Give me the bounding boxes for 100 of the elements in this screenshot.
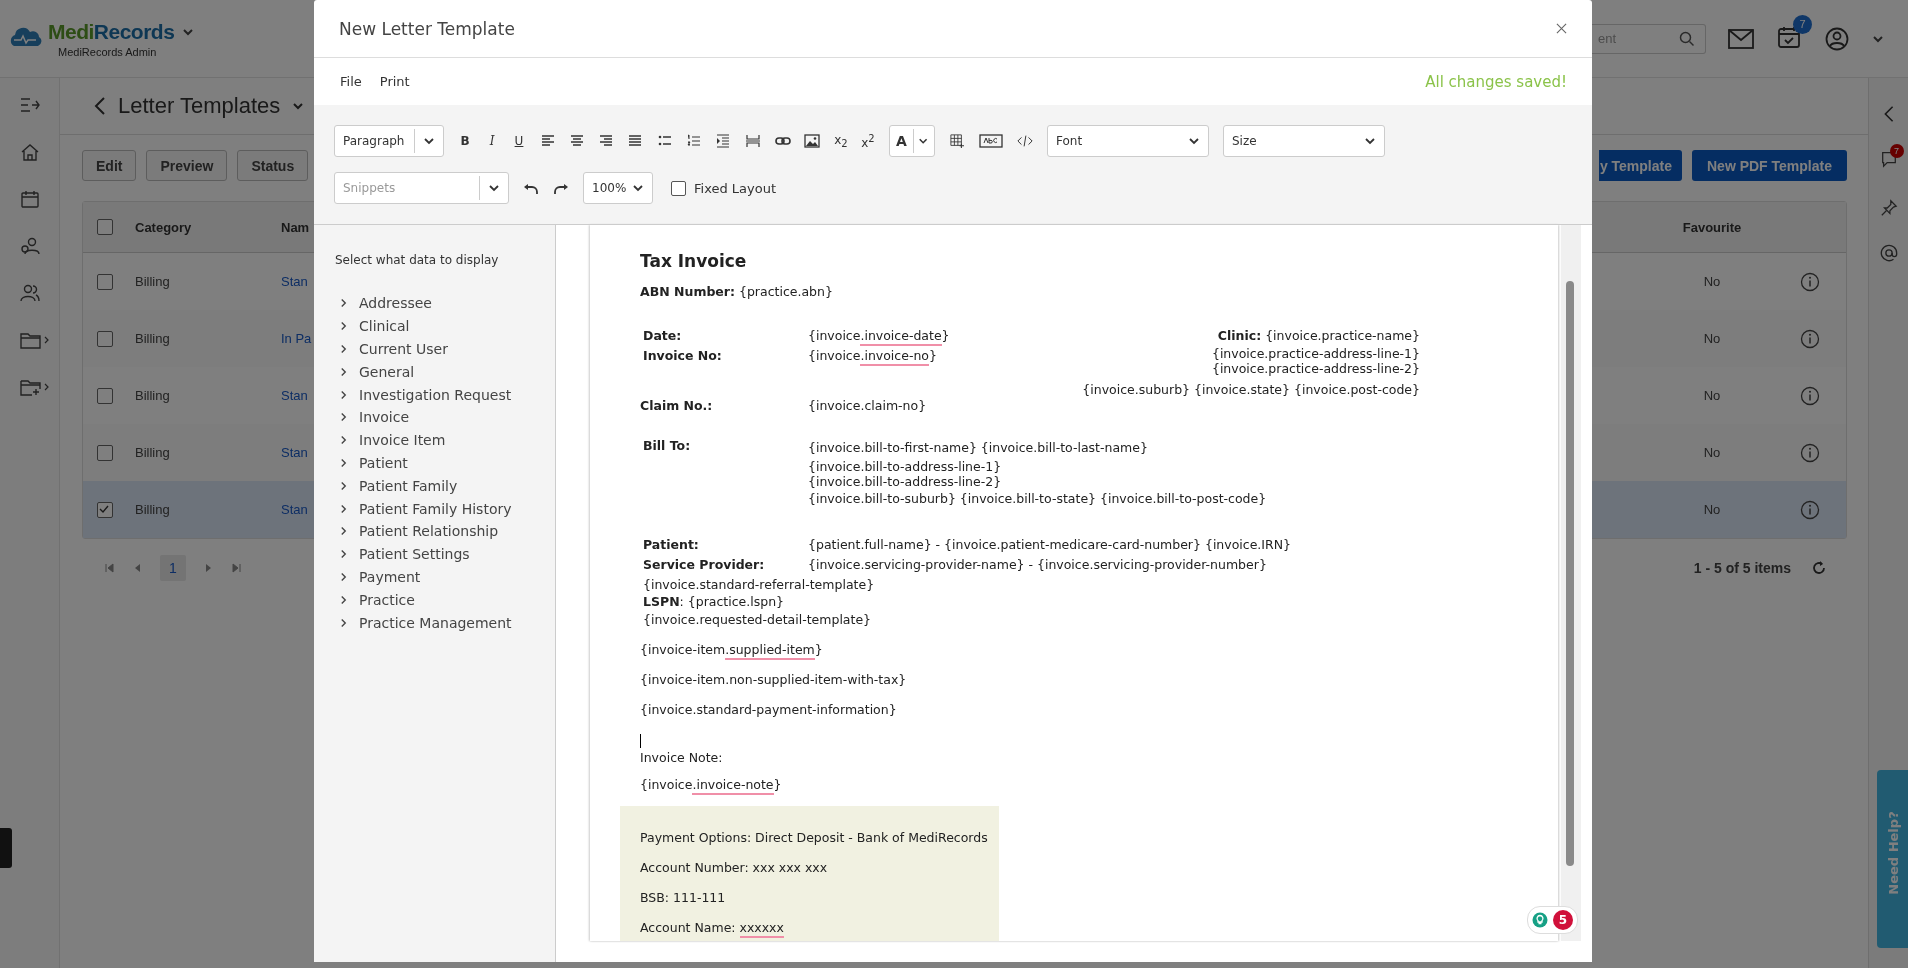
data-category-item[interactable]: Patient Settings	[335, 542, 555, 566]
expand-chevron-icon[interactable]	[340, 344, 347, 354]
info-icon[interactable]	[1800, 271, 1820, 292]
link-icon[interactable]	[775, 134, 791, 148]
bullet-list-icon[interactable]	[657, 134, 673, 148]
indent-icon[interactable]	[715, 134, 731, 148]
expand-chevron-icon[interactable]	[340, 435, 347, 446]
zoom-dropdown[interactable]: 100%	[583, 172, 653, 204]
image-icon[interactable]	[804, 134, 820, 148]
align-center-icon[interactable]	[569, 134, 585, 148]
grammar-widget[interactable]: 5	[1527, 906, 1578, 934]
expand-chevron-icon[interactable]	[340, 617, 347, 628]
chevron-down-icon[interactable]	[423, 137, 435, 145]
bold-button[interactable]: B	[458, 134, 472, 148]
row-checkbox[interactable]	[97, 273, 113, 290]
menu-item[interactable]: Print	[373, 74, 416, 89]
refresh-icon[interactable]	[1811, 560, 1827, 576]
expand-chevron-icon[interactable]	[340, 526, 347, 537]
info-icon[interactable]	[1800, 499, 1820, 520]
expand-chevron-icon[interactable]	[340, 298, 347, 309]
pin-icon[interactable]	[1879, 199, 1898, 217]
chevron-down-icon[interactable]	[1364, 137, 1376, 145]
expand-chevron-icon[interactable]	[340, 480, 347, 491]
data-category-item[interactable]: General	[335, 360, 555, 384]
close-icon[interactable]	[1556, 23, 1567, 34]
folder-icon[interactable]	[19, 331, 50, 349]
numbered-list-icon[interactable]	[686, 134, 702, 148]
block-format-dropdown[interactable]: Paragraph	[334, 125, 444, 157]
expand-chevron-icon[interactable]	[340, 594, 347, 605]
select-all-checkbox[interactable]	[97, 219, 113, 235]
row-checkbox[interactable]	[97, 330, 113, 347]
spellcheck-icon[interactable]	[979, 134, 1003, 148]
calendar-check-icon[interactable]	[1776, 24, 1802, 49]
undo-icon[interactable]	[523, 181, 539, 195]
first-page-icon[interactable]	[104, 563, 114, 573]
back-icon[interactable]	[94, 96, 106, 116]
data-category-item[interactable]: Addressee	[335, 292, 555, 315]
data-category-item[interactable]: Clinical	[335, 314, 555, 338]
data-category-item[interactable]: Invoice Item	[335, 428, 555, 452]
last-page-icon[interactable]	[231, 563, 242, 573]
info-icon[interactable]	[1800, 328, 1820, 349]
superscript-button[interactable]: x$^{2}$	[861, 132, 875, 150]
data-category-item[interactable]: Invoice	[335, 406, 555, 429]
italic-button[interactable]: I	[485, 134, 499, 148]
chevron-down-icon[interactable]	[917, 137, 928, 145]
expand-chevron-icon[interactable]	[340, 389, 347, 400]
data-category-item[interactable]: Investigation Request	[335, 383, 555, 406]
data-category-item[interactable]: Current User	[335, 337, 555, 361]
expand-chevron-icon[interactable]	[340, 457, 347, 468]
justify-icon[interactable]	[627, 134, 643, 148]
data-category-item[interactable]: Patient Family	[335, 474, 555, 498]
users-icon[interactable]	[19, 237, 40, 255]
calendar-icon[interactable]	[19, 190, 40, 208]
toolbar-button[interactable]: Status	[237, 150, 309, 181]
expand-menu-icon[interactable]	[19, 96, 40, 114]
people-icon[interactable]	[19, 284, 40, 302]
table-icon[interactable]	[949, 134, 965, 148]
row-checkbox[interactable]	[97, 444, 113, 461]
font-color-button[interactable]: A	[889, 125, 935, 157]
font-dropdown[interactable]: Font	[1047, 125, 1209, 157]
data-category-item[interactable]: Patient	[335, 451, 555, 475]
chevron-down-icon[interactable]	[632, 184, 644, 192]
info-icon[interactable]	[1800, 442, 1820, 463]
size-dropdown[interactable]: Size	[1223, 125, 1385, 157]
data-category-item[interactable]: Patient Relationship	[335, 519, 555, 543]
data-category-item[interactable]: Practice Management	[335, 611, 555, 634]
align-left-icon[interactable]	[540, 134, 556, 148]
mention-icon[interactable]	[1879, 244, 1898, 262]
add-folder-icon[interactable]	[19, 378, 50, 396]
align-right-icon[interactable]	[598, 134, 614, 148]
subscript-button[interactable]: x$_{2}$	[834, 132, 848, 150]
chat-icon[interactable]	[1879, 150, 1898, 168]
chevron-down-icon[interactable]	[1188, 137, 1200, 145]
search-icon[interactable]	[1679, 30, 1695, 47]
user-avatar-icon[interactable]	[1824, 26, 1850, 51]
mail-icon[interactable]	[1728, 26, 1754, 51]
row-checkbox[interactable]	[97, 501, 113, 518]
data-category-item[interactable]: Payment	[335, 565, 555, 589]
data-category-item[interactable]: Practice	[335, 588, 555, 612]
row-checkbox[interactable]	[97, 387, 113, 404]
expand-chevron-icon[interactable]	[340, 549, 347, 560]
fixed-layout-checkbox[interactable]	[671, 180, 686, 196]
info-icon[interactable]	[1800, 385, 1820, 406]
expand-chevron-icon[interactable]	[340, 412, 347, 423]
toolbar-button[interactable]: Edit	[82, 150, 137, 181]
expand-chevron-icon[interactable]	[340, 321, 347, 332]
expand-chevron-icon[interactable]	[340, 503, 347, 514]
scrollbar[interactable]	[1566, 281, 1574, 866]
toolbar-button[interactable]: Preview	[146, 150, 228, 181]
merge-field: {invoice.practice-address-line-1}	[1211, 346, 1420, 361]
chevron-down-icon[interactable]	[488, 184, 500, 192]
data-category-item[interactable]: Patient Family History	[335, 497, 555, 520]
horizontal-rule-icon[interactable]	[745, 134, 761, 148]
expand-chevron-icon[interactable]	[340, 366, 347, 377]
expand-chevron-icon[interactable]	[340, 571, 347, 582]
menu-item[interactable]: File	[334, 74, 368, 89]
redo-icon[interactable]	[553, 181, 569, 195]
underline-button[interactable]: U	[512, 134, 526, 148]
code-icon[interactable]	[1017, 134, 1033, 148]
home-icon[interactable]	[19, 143, 40, 161]
